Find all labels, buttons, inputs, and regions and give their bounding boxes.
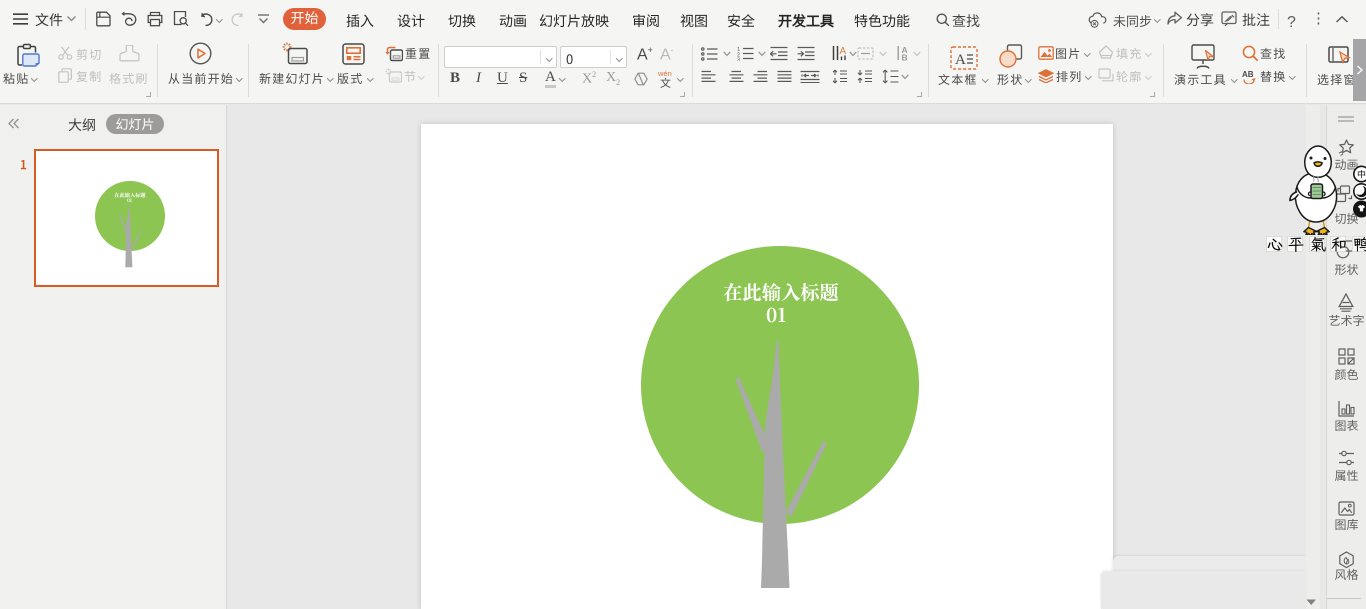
svg-text:B: B	[902, 53, 908, 62]
svg-text:01: 01	[766, 301, 786, 328]
svg-text:A: A	[955, 52, 966, 68]
svg-text:3: 3	[737, 58, 740, 62]
svg-text:中: 中	[1357, 167, 1366, 180]
svg-text:AB: AB	[1242, 70, 1254, 79]
svg-text:A: A	[840, 46, 847, 57]
svg-text:01: 01	[127, 198, 132, 204]
